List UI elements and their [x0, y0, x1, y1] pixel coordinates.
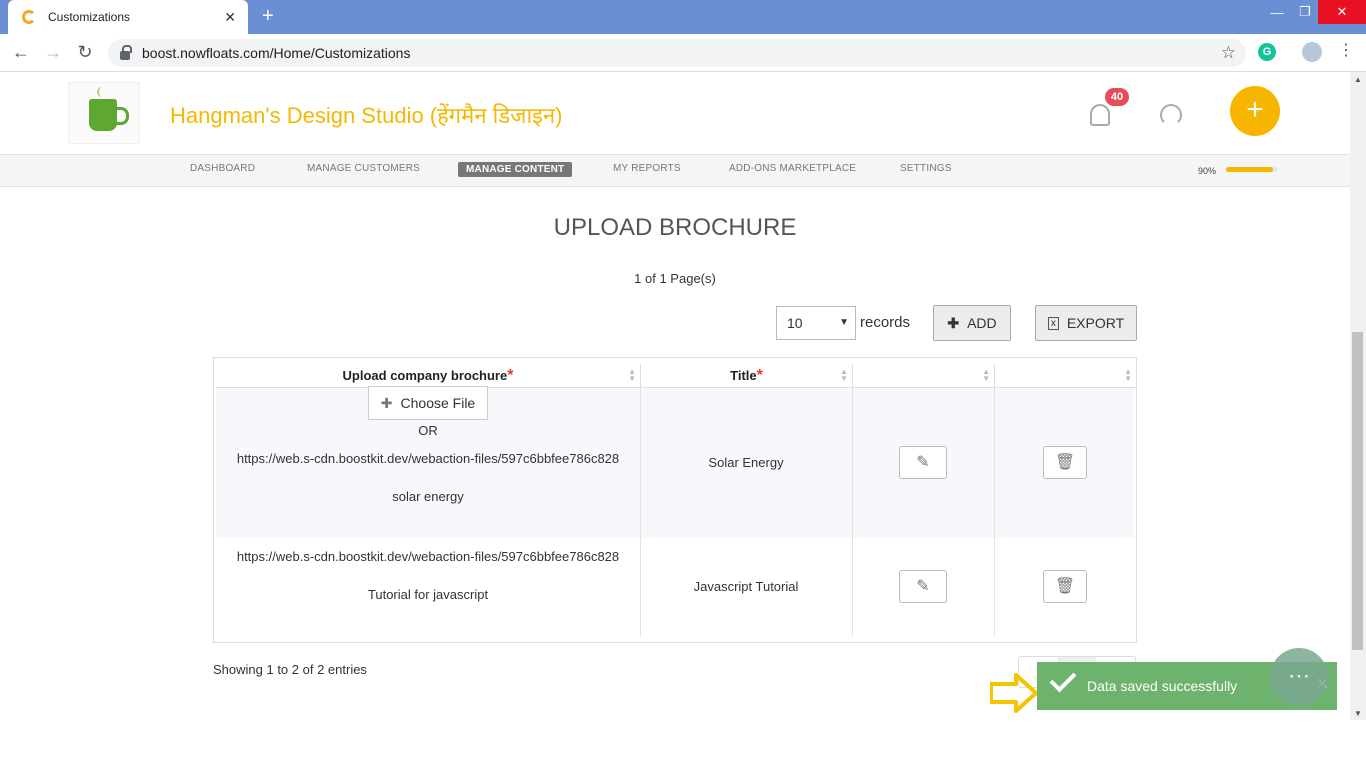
edit-icon: ✎ [916, 578, 930, 595]
steam-icon [97, 87, 107, 97]
mug-icon [89, 99, 129, 131]
required-mark: * [507, 367, 514, 384]
reload-icon[interactable]: ↻ [74, 42, 96, 63]
column-divider [994, 388, 995, 636]
edit-button[interactable]: ✎ [899, 570, 947, 603]
bell-icon[interactable] [1090, 104, 1110, 126]
site-header: Hangman's Design Studio (हेंगमैन डिजाइन)… [0, 72, 1350, 154]
nav-dashboard[interactable]: DASHBOARD [190, 163, 255, 174]
sort-icon: ▲ ▼ [628, 367, 636, 383]
quick-add-button[interactable]: + [1230, 86, 1280, 136]
column-header-brochure-label: Upload company brochure [342, 368, 508, 383]
brochure-title: Javascript Tutorial [693, 579, 799, 594]
plus-icon: ✚ [947, 314, 960, 331]
scroll-down-icon[interactable]: ▼ [1354, 709, 1362, 718]
edit-button[interactable]: ✎ [899, 446, 947, 479]
back-icon[interactable]: ← [10, 42, 32, 63]
grammarly-extension-icon[interactable]: G [1258, 43, 1276, 61]
brochure-file-name: solar energy [392, 489, 464, 504]
column-header-title[interactable]: Title* ▲ ▼ [640, 364, 852, 388]
page-bottom [0, 720, 1366, 768]
page-size-value: 10 [787, 315, 803, 331]
page-scrollbar[interactable]: ▲ ▼ [1350, 72, 1366, 720]
column-divider [852, 388, 853, 636]
sort-icon: ▲ ▼ [1124, 367, 1132, 383]
chevron-down-icon: ▼ [839, 317, 849, 328]
nav-manage-customers[interactable]: MANAGE CUSTOMERS [307, 163, 420, 174]
bookmark-star-icon[interactable]: ☆ [1221, 43, 1236, 63]
scrollbar-thumb[interactable] [1352, 332, 1363, 650]
new-tab-button[interactable]: + [262, 6, 274, 26]
nav-addons-marketplace[interactable]: ADD-ONS MARKETPLACE [729, 163, 856, 174]
page-size-select[interactable]: 10 ▼ [776, 306, 856, 340]
records-label: records [860, 314, 911, 331]
nav-my-reports[interactable]: MY REPORTS [613, 163, 681, 174]
export-button-label: EXPORT [1066, 315, 1125, 331]
brochure-url[interactable]: https://web.s-cdn.boostkit.dev/webaction… [216, 451, 640, 466]
column-divider [640, 388, 641, 636]
page-title: UPLOAD BROCHURE [553, 214, 797, 241]
tab-close-icon[interactable]: ✕ [224, 9, 236, 26]
tab-title: Customizations [48, 10, 131, 24]
chat-bubble-icon[interactable]: ⋯ [1270, 648, 1328, 706]
browser-menu-icon[interactable]: ⋮ [1338, 42, 1354, 60]
sort-icon: ▲ ▼ [982, 367, 990, 383]
add-button[interactable]: ✚ ADD [933, 305, 1011, 341]
choose-file-label: Choose File [400, 395, 476, 411]
add-button-label: ADD [967, 315, 997, 331]
profile-avatar[interactable] [1302, 42, 1322, 62]
brochure-title: Solar Energy [708, 455, 784, 470]
edit-icon: ✎ [916, 454, 930, 471]
headset-icon[interactable] [1160, 104, 1182, 126]
main-nav: DASHBOARD MANAGE CUSTOMERS MANAGE CONTEN… [0, 154, 1350, 187]
arrow-right-icon [990, 673, 1038, 713]
url-text: boost.nowfloats.com/Home/Customizations [142, 45, 411, 61]
column-header-delete[interactable]: ▲ ▼ [994, 364, 1136, 388]
delete-button[interactable]: 🗑 [1043, 446, 1087, 479]
sort-icon: ▲ ▼ [840, 367, 848, 383]
toast-message: Data saved successfully [1087, 678, 1238, 694]
address-bar-row: ← → ↻ boost.nowfloats.com/Home/Customiza… [0, 34, 1366, 72]
window-close-icon[interactable]: ✕ [1318, 0, 1366, 24]
or-label: OR [418, 423, 438, 438]
lock-icon [120, 44, 132, 60]
column-header-edit[interactable]: ▲ ▼ [852, 364, 994, 388]
check-icon [1049, 665, 1077, 693]
trash-icon: 🗑 [1054, 578, 1076, 595]
column-header-title-label: Title [730, 368, 757, 383]
site-favicon-icon [22, 10, 36, 24]
url-field[interactable]: boost.nowfloats.com/Home/Customizations … [108, 39, 1246, 67]
page-content: Hangman's Design Studio (हेंगमैन डिजाइन)… [0, 72, 1350, 720]
notification-badge: 40 [1105, 88, 1129, 106]
brochure-file-name: Tutorial for javascript [367, 587, 489, 602]
nav-manage-content[interactable]: MANAGE CONTENT [458, 162, 573, 177]
business-logo[interactable] [68, 82, 140, 144]
business-name: Hangman's Design Studio (हेंगमैन डिजाइन) [170, 103, 563, 128]
trash-icon: 🗑 [1054, 454, 1076, 471]
browser-titlebar: Customizations ✕ + — ❐ ✕ [0, 0, 1366, 34]
brochure-url[interactable]: https://web.s-cdn.boostkit.dev/webaction… [216, 549, 640, 564]
entries-info: Showing 1 to 2 of 2 entries [213, 662, 367, 677]
export-button[interactable]: x EXPORT [1035, 305, 1137, 341]
profile-progress-bar [1226, 167, 1278, 172]
required-mark: * [756, 367, 763, 384]
choose-file-button[interactable]: ✚ Choose File [368, 386, 488, 420]
nav-settings[interactable]: SETTINGS [900, 163, 952, 174]
excel-icon: x [1047, 316, 1059, 330]
profile-progress-label: 90% [1198, 166, 1217, 176]
forward-icon[interactable]: → [42, 42, 64, 63]
plus-icon: ✚ [380, 394, 393, 411]
progress-fill [1226, 167, 1273, 172]
scroll-up-icon[interactable]: ▲ [1354, 75, 1362, 84]
delete-button[interactable]: 🗑 [1043, 570, 1087, 603]
browser-tab[interactable]: Customizations ✕ [8, 0, 248, 34]
page-info: 1 of 1 Page(s) [634, 271, 716, 286]
brochure-table: Upload company brochure* ▲ ▼ Title* ▲ ▼ ▲ ▼… [213, 357, 1137, 643]
column-header-brochure[interactable]: Upload company brochure* ▲ ▼ [216, 364, 640, 388]
